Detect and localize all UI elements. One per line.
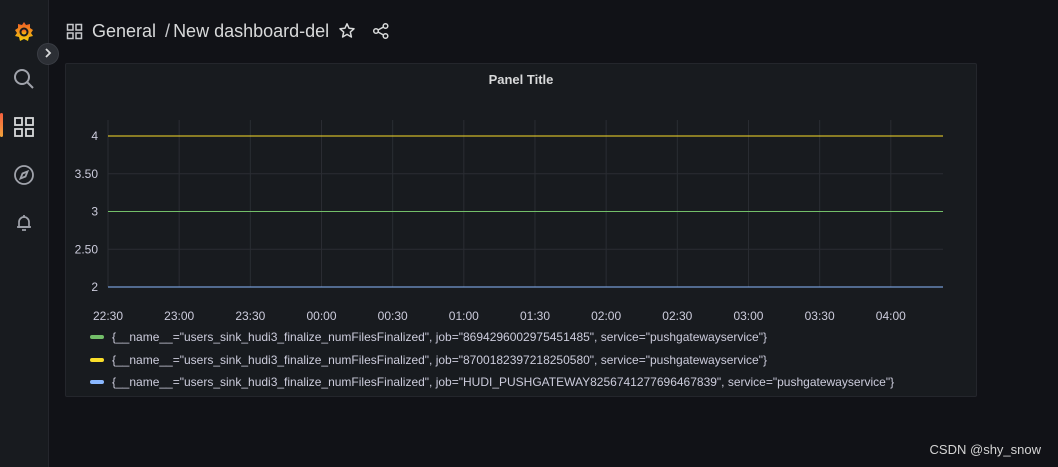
x-tick-label: 02:30 — [662, 309, 692, 323]
chart-legend: {__name__="users_sink_hudi3_finalize_num… — [90, 326, 894, 394]
x-tick-label: 00:00 — [306, 309, 336, 323]
y-tick-label: 4 — [91, 129, 98, 143]
dashboards-icon[interactable] — [0, 107, 48, 147]
legend-label: {__name__="users_sink_hudi3_finalize_num… — [112, 352, 767, 367]
x-tick-label: 01:30 — [520, 309, 550, 323]
star-icon[interactable] — [337, 21, 357, 41]
dashboard-title[interactable]: New dashboard-del — [173, 21, 329, 42]
breadcrumb: General / New dashboard-del — [64, 16, 391, 46]
time-series-chart[interactable]: 2 2.50 3 3.50 4 22:30 23:00 23:30 00:00 00:30 01:0… — [66, 64, 978, 324]
legend-item[interactable]: {__name__="users_sink_hudi3_finalize_num… — [90, 349, 894, 372]
x-tick-label: 23:30 — [235, 309, 265, 323]
chevron-right-icon — [43, 45, 53, 63]
legend-color-swatch — [90, 357, 104, 362]
y-tick-label: 3 — [91, 205, 98, 219]
dashboard-grid-icon — [64, 21, 84, 41]
y-tick-label: 2.50 — [75, 242, 99, 256]
search-icon[interactable] — [0, 59, 48, 99]
explore-compass-icon[interactable] — [0, 155, 48, 195]
sidebar-expand-button[interactable] — [37, 43, 59, 65]
x-tick-label: 03:00 — [733, 309, 763, 323]
x-tick-label: 22:30 — [93, 309, 123, 323]
y-tick-label: 3.50 — [75, 167, 99, 181]
sidebar — [0, 0, 49, 467]
legend-color-swatch — [90, 335, 104, 340]
x-tick-label: 23:00 — [164, 309, 194, 323]
x-tick-label: 03:30 — [805, 309, 835, 323]
share-icon[interactable] — [371, 21, 391, 41]
x-tick-label: 04:00 — [876, 309, 906, 323]
graph-panel[interactable]: Panel Title 2 2.50 3 3.50 4 22:30 23:00 23:30 00… — [65, 63, 977, 397]
y-tick-label: 2 — [91, 280, 98, 294]
x-tick-label: 00:30 — [378, 309, 408, 323]
legend-label: {__name__="users_sink_hudi3_finalize_num… — [112, 375, 895, 390]
x-tick-label: 02:00 — [591, 309, 621, 323]
watermark-text: CSDN @shy_snow — [929, 442, 1041, 457]
x-tick-label: 01:00 — [449, 309, 479, 323]
legend-color-swatch — [90, 380, 104, 385]
breadcrumb-separator: / — [165, 20, 171, 41]
alerting-bell-icon[interactable] — [0, 203, 48, 243]
breadcrumb-folder-link[interactable]: General — [92, 21, 156, 42]
legend-item[interactable]: {__name__="users_sink_hudi3_finalize_num… — [90, 371, 894, 394]
legend-label: {__name__="users_sink_hudi3_finalize_num… — [112, 330, 767, 345]
legend-item[interactable]: {__name__="users_sink_hudi3_finalize_num… — [90, 326, 894, 349]
